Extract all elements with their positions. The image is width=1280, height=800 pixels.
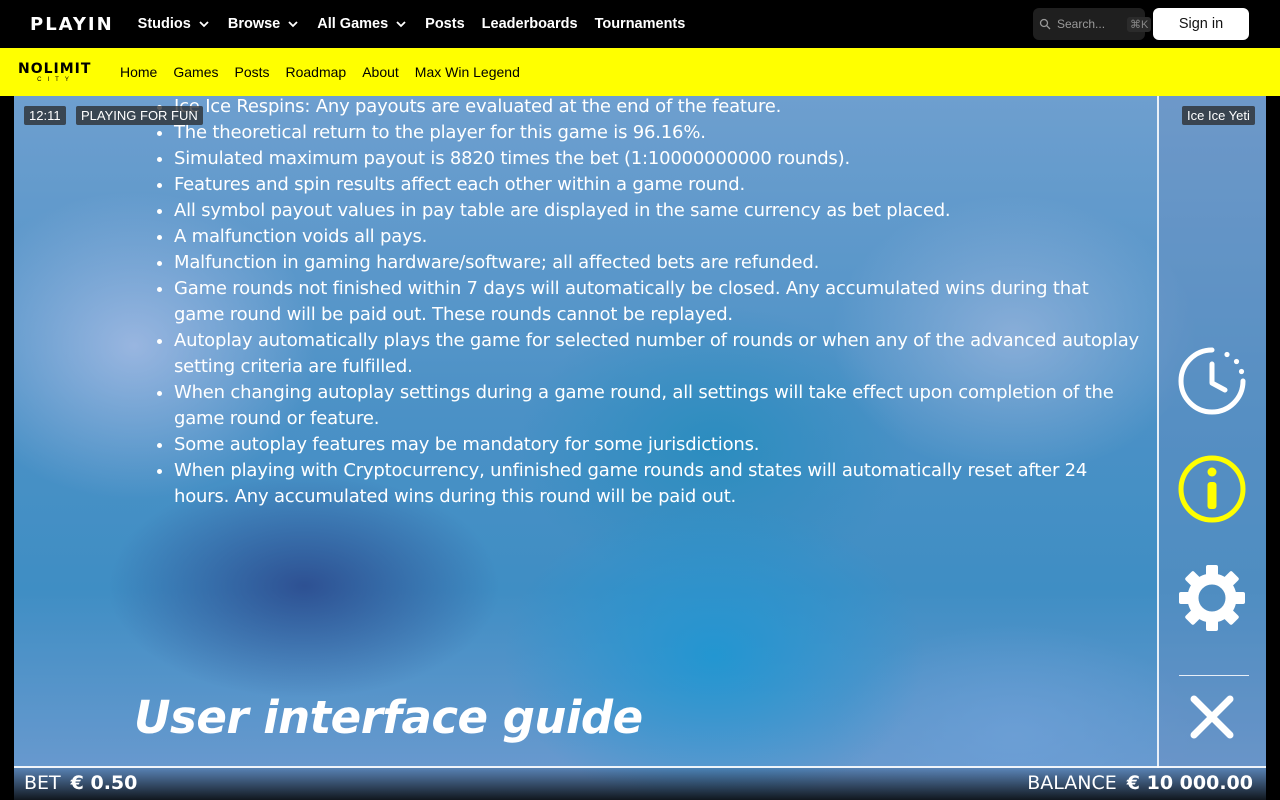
studio-nav-games[interactable]: Games	[173, 64, 218, 80]
nav-label: Leaderboards	[481, 16, 578, 32]
close-button[interactable]	[1187, 692, 1237, 747]
history-icon	[1178, 347, 1246, 415]
rule-item: Game rounds not finished within 7 days w…	[174, 276, 1140, 328]
nav-all-games[interactable]: All Games	[317, 16, 408, 32]
clock-badge: 12:11	[24, 106, 66, 125]
nav-label: Posts	[425, 16, 465, 32]
rule-item: When changing autoplay settings during a…	[174, 380, 1140, 432]
rule-item: Autoplay automatically plays the game fo…	[174, 328, 1140, 380]
bet-value: € 0.50	[70, 772, 138, 794]
nav-tournaments[interactable]: Tournaments	[595, 16, 686, 32]
rule-item: Ice Ice Respins: Any payouts are evaluat…	[174, 96, 1140, 120]
game-status-bar: BET € 0.50 BALANCE € 10 000.00	[14, 766, 1266, 800]
side-menu	[1157, 96, 1266, 768]
search-shortcut: ⌘K	[1127, 16, 1152, 32]
nav-studios[interactable]: Studios	[138, 16, 211, 32]
rule-item: Features and spin results affect each ot…	[174, 172, 1140, 198]
studio-logo-main: NOLIMIT	[18, 60, 92, 77]
search-input[interactable]	[1057, 17, 1121, 31]
studio-nav-roadmap[interactable]: Roadmap	[286, 64, 347, 80]
nav-label: All Games	[317, 16, 389, 32]
rule-item: A malfunction voids all pays.	[174, 224, 1140, 250]
ui-guide-title: User interface guide	[134, 691, 643, 744]
studio-nav-home[interactable]: Home	[120, 64, 157, 80]
studio-logo[interactable]: NOLIMIT CITY	[18, 62, 94, 83]
game-frame[interactable]: Ice Ice Respins: Any payouts are evaluat…	[14, 96, 1266, 800]
nav-leaderboards[interactable]: Leaderboards	[482, 16, 578, 32]
studio-nav: Home Games Posts Roadmap About Max Win L…	[120, 64, 520, 80]
close-icon	[1190, 695, 1234, 739]
studio-nav-max-win-legend[interactable]: Max Win Legend	[415, 64, 520, 80]
rules-list: Ice Ice Respins: Any payouts are evaluat…	[150, 96, 1140, 510]
nav-label: Browse	[227, 16, 281, 32]
studio-header: NOLIMIT CITY Home Games Posts Roadmap Ab…	[0, 48, 1280, 96]
main-nav: Studios Browse All Games Posts Leaderboa…	[138, 16, 686, 32]
studio-nav-posts[interactable]: Posts	[234, 64, 269, 80]
chevron-down-icon	[199, 21, 209, 28]
nav-label: Studios	[137, 16, 191, 32]
nav-posts[interactable]: Posts	[425, 16, 465, 32]
bet-label: BET	[24, 772, 61, 794]
side-menu-divider	[1179, 675, 1249, 676]
search-box[interactable]: ⌘K	[1033, 8, 1152, 40]
settings-icon	[1179, 565, 1245, 631]
rule-item: Some autoplay features may be mandatory …	[174, 432, 1140, 458]
info-icon	[1178, 455, 1246, 523]
nav-label: Tournaments	[594, 16, 686, 32]
rule-item: Simulated maximum payout is 8820 times t…	[174, 146, 1140, 172]
rule-item: All symbol payout values in pay table ar…	[174, 198, 1140, 224]
rule-item: The theoretical return to the player for…	[174, 120, 1140, 146]
studio-logo-sub: CITY	[37, 76, 75, 83]
sign-in-button[interactable]: Sign in	[1153, 8, 1249, 40]
studio-nav-about[interactable]: About	[362, 64, 399, 80]
bet-display[interactable]: BET € 0.50	[24, 772, 137, 794]
rule-item: When playing with Cryptocurrency, unfini…	[174, 458, 1140, 510]
site-logo[interactable]: PLAYIN	[30, 14, 114, 35]
game-title-badge: Ice Ice Yeti	[1182, 106, 1255, 125]
balance-label: BALANCE	[1027, 772, 1117, 794]
history-button[interactable]	[1177, 346, 1247, 421]
balance-display: BALANCE € 10 000.00	[1027, 772, 1253, 794]
balance-value: € 10 000.00	[1126, 772, 1253, 794]
chevron-down-icon	[288, 21, 298, 28]
nav-browse[interactable]: Browse	[228, 16, 300, 32]
play-mode-badge: PLAYING FOR FUN	[76, 106, 203, 125]
search-icon	[1039, 18, 1051, 30]
info-button[interactable]	[1177, 454, 1247, 529]
site-header: PLAYIN Studios Browse All Games Posts Le…	[0, 0, 1280, 48]
chevron-down-icon	[396, 21, 406, 28]
settings-button[interactable]	[1177, 563, 1247, 638]
rule-item: Malfunction in gaming hardware/software;…	[174, 250, 1140, 276]
